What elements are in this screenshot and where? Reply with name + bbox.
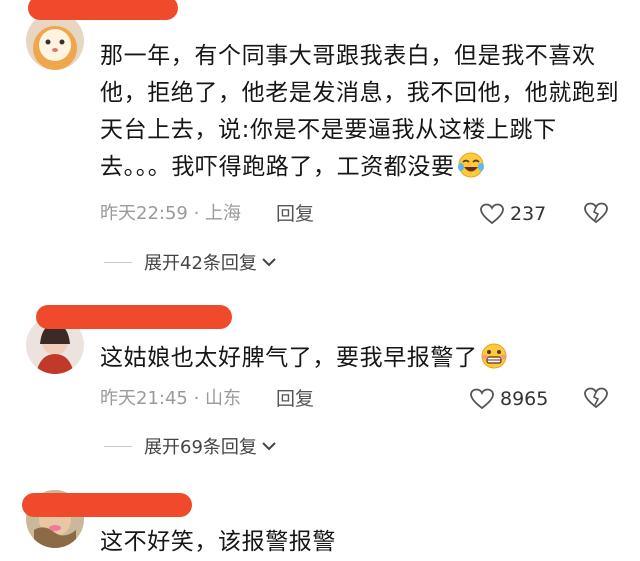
comment-time-location: 昨天22:59 · 上海 [100, 203, 242, 224]
like-count: 237 [510, 203, 547, 225]
comment-meta: 昨天22:59 · 上海 回复 237 [100, 201, 640, 227]
broken-heart-icon [584, 387, 608, 409]
chevron-down-icon [262, 258, 276, 267]
username-redacted[interactable] [28, 0, 178, 20]
expand-replies-label: 展开42条回复 [144, 253, 257, 274]
comment-text: 这姑娘也太好脾气了，要我早报警了 [100, 340, 620, 382]
reply-button[interactable]: 回复 [276, 201, 314, 227]
heart-icon [480, 203, 504, 225]
comment-text: 那一年，有个同事大哥跟我表白，但是我不喜欢他，拒绝了，他老是发消息，我不回他，他… [100, 38, 620, 191]
chevron-down-icon [262, 442, 276, 451]
like-button[interactable]: 8965 [470, 386, 548, 412]
dislike-button[interactable] [584, 387, 608, 417]
avatar[interactable] [26, 12, 84, 70]
comment-text: 这不好笑，该报警报警 [100, 529, 336, 555]
broken-heart-icon [584, 202, 608, 224]
username-redacted[interactable] [36, 305, 232, 329]
reply-button[interactable]: 回复 [276, 386, 314, 412]
divider-line [104, 261, 132, 263]
dislike-button[interactable] [584, 202, 608, 232]
grimacing-emoji-icon [480, 342, 508, 382]
heart-icon [470, 388, 494, 410]
laughing-crying-emoji-icon [457, 151, 485, 191]
comment-time-location: 昨天21:45 · 山东 [100, 388, 242, 409]
like-count: 8965 [500, 388, 549, 410]
divider-line [104, 445, 132, 447]
expand-replies-button[interactable]: 展开69条回复 [104, 433, 277, 459]
like-button[interactable]: 237 [480, 201, 546, 227]
comment-meta: 昨天21:45 · 山东 回复 8965 [100, 386, 640, 412]
expand-replies-label: 展开69条回复 [144, 437, 257, 458]
expand-replies-button[interactable]: 展开42条回复 [104, 249, 277, 275]
username-redacted[interactable] [22, 493, 192, 517]
